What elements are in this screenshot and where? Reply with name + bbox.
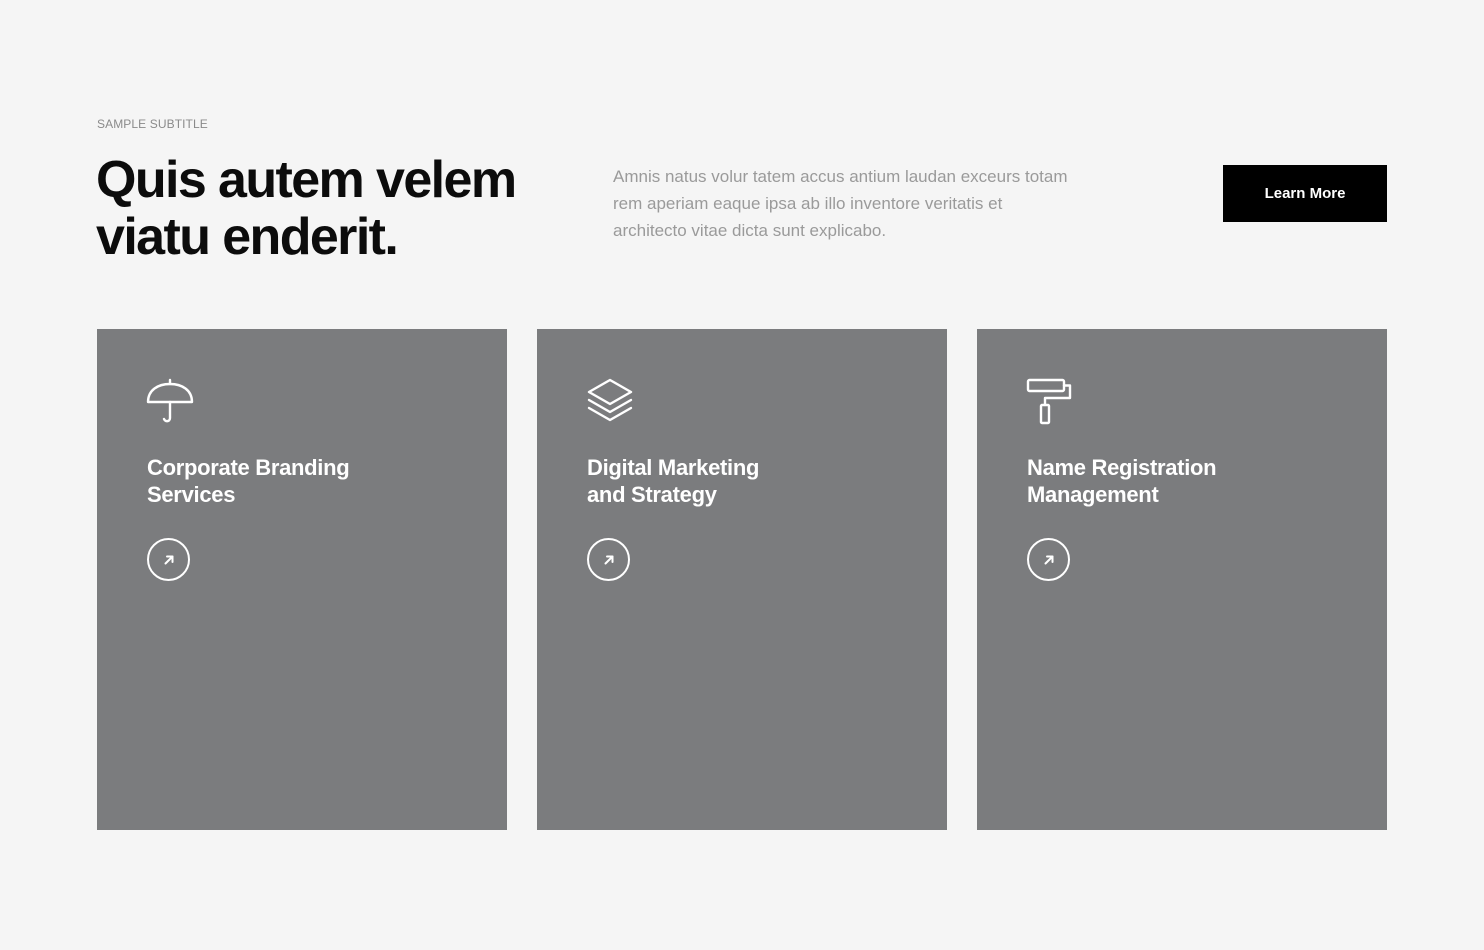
- service-title: Name Registration Management: [1027, 454, 1217, 508]
- service-title: Digital Marketing and Strategy: [587, 454, 759, 508]
- section-intro-line-3: architecto vitae dicta sunt explicabo.: [613, 221, 887, 240]
- service-title-line-1: Corporate Branding: [147, 455, 350, 480]
- service-card-digital-marketing[interactable]: Digital Marketing and Strategy: [537, 329, 947, 830]
- learn-more-button[interactable]: Learn More: [1223, 165, 1387, 222]
- service-card-corporate-branding[interactable]: Corporate Branding Services: [97, 329, 507, 830]
- section-intro: Amnis natus volur tatem accus antium lau…: [613, 163, 1113, 244]
- service-link-button[interactable]: [1027, 538, 1070, 581]
- service-link-button[interactable]: [147, 538, 190, 581]
- service-link-button[interactable]: [587, 538, 630, 581]
- service-card-name-registration[interactable]: Name Registration Management: [977, 329, 1387, 830]
- layers-icon: [585, 377, 635, 427]
- service-title-line-2: and Strategy: [587, 482, 717, 507]
- service-title-line-2: Services: [147, 482, 236, 507]
- service-title-line-1: Digital Marketing: [587, 455, 760, 480]
- service-title-line-1: Name Registration: [1027, 455, 1217, 480]
- section-intro-line-1: Amnis natus volur tatem accus antium lau…: [613, 167, 1068, 186]
- arrow-up-right-icon: [1044, 555, 1053, 564]
- umbrella-icon: [145, 377, 195, 427]
- service-title-line-2: Management: [1027, 482, 1159, 507]
- arrow-up-right-icon: [164, 555, 173, 564]
- section-heading-line-1: Quis autem velem: [96, 151, 517, 209]
- section-heading: Quis autem velem viatu enderit.: [96, 152, 566, 266]
- section-intro-line-2: rem aperiam eaque ipsa ab illo inventore…: [613, 194, 1003, 213]
- service-title: Corporate Branding Services: [147, 454, 350, 508]
- section-heading-line-2: viatu enderit.: [96, 208, 399, 266]
- paint-roller-icon: [1025, 377, 1075, 427]
- arrow-up-right-icon: [604, 555, 613, 564]
- section-subtitle: SAMPLE SUBTITLE: [97, 117, 208, 131]
